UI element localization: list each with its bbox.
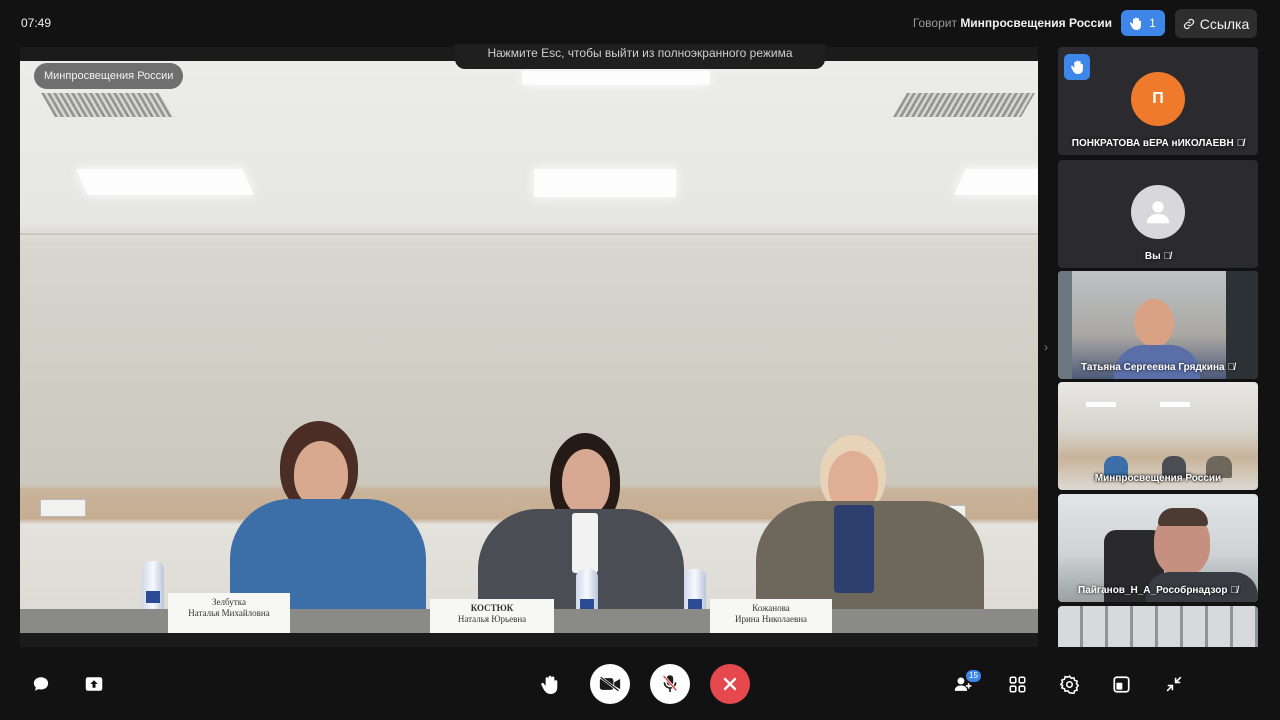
speaking-indicator: Говорит Минпросвещения России (913, 16, 1112, 30)
mic-off-icon: 🎙̸ (1236, 138, 1245, 149)
nameplate: Зелбутка Наталья Михайловна (168, 593, 290, 633)
copy-link-button[interactable]: Ссылка (1175, 9, 1257, 38)
panelist-left (220, 421, 430, 621)
participant-name-text: Вы (1144, 251, 1161, 262)
nameplate-line2: Наталья Михайловна (188, 608, 270, 618)
mic-toggle-button[interactable] (650, 664, 690, 704)
participant-tile[interactable]: Минпросвещения России (1058, 382, 1258, 490)
participant-tile[interactable]: Татьяна Сергеевна Грядкина 🎙̸ (1058, 271, 1258, 379)
participant-tile[interactable]: П ПОНКРАТОВА вЕРА нИКОЛАЕВН 🎙̸ (1058, 47, 1258, 155)
hand-icon (1130, 17, 1142, 30)
ceiling-vent (893, 93, 1035, 117)
participant-name-text: ПОНКРАТОВА вЕРА нИКОЛАЕВН (1071, 138, 1234, 149)
end-call-icon (722, 676, 738, 692)
participant-name: Минпросвещения России (1058, 473, 1258, 484)
ceiling-light (534, 169, 676, 197)
user-icon (1146, 201, 1170, 224)
nameplate: КОСТЮК Наталья Юрьевна (430, 599, 554, 633)
settings-icon[interactable] (1057, 672, 1081, 696)
fullscreen-hint: Нажмите Esc, чтобы выйти из полноэкранно… (455, 44, 825, 69)
chat-icon[interactable] (29, 672, 53, 696)
layout-icon[interactable] (1109, 672, 1133, 696)
nameplate-line1: Кожанова (752, 603, 790, 613)
copy-link-label: Ссылка (1199, 15, 1250, 32)
stage-participant-label: Минпросвещения России (34, 63, 184, 89)
mic-off-icon: 🎙̸ (1227, 362, 1236, 373)
participant-name: Татьяна Сергеевна Грядкина 🎙̸ (1058, 362, 1258, 373)
nameplate-line1: КОСТЮК (470, 603, 514, 613)
nameplate-line2: Наталья Юрьевна (457, 614, 527, 624)
ceiling-light (75, 169, 255, 195)
participant-tile[interactable]: Пайганов_Н_А_Рособрнадзор 🎙̸ (1058, 494, 1258, 602)
panelist-right (750, 435, 990, 625)
participant-name: Пайганов_Н_А_Рособрнадзор 🎙̸ (1058, 585, 1258, 596)
raised-hand-icon (1064, 54, 1090, 80)
nameplate-line2: Ирина Николаевна (734, 614, 808, 624)
participant-name: Вы 🎙̸ (1058, 251, 1258, 262)
participants-count-badge: 15 (966, 670, 981, 682)
mic-off-icon: 🎙̸ (1163, 251, 1172, 262)
ceiling-light (522, 71, 710, 85)
top-bar: 07:49 Говорит Минпросвещения России 1 Сс… (0, 0, 1280, 46)
raised-hands-count: 1 (1149, 16, 1156, 30)
clock: 07:49 (21, 16, 52, 30)
chevron-right-icon[interactable]: › (1044, 340, 1048, 354)
avatar (1131, 185, 1185, 239)
participant-name: ПОНКРАТОВА вЕРА нИКОЛАЕВН 🎙̸ (1058, 138, 1258, 149)
exit-fullscreen-icon[interactable] (1162, 672, 1186, 696)
share-screen-icon[interactable] (82, 672, 106, 696)
speaking-prefix: Говорит (912, 16, 957, 30)
mic-off-icon (662, 674, 678, 694)
nameplate: Кожанова Ирина Николаевна (710, 599, 832, 633)
participant-name-text: Минпросвещения России (1094, 473, 1222, 484)
ceiling-vent (41, 93, 173, 117)
camera-toggle-button[interactable] (590, 664, 630, 704)
raise-hand-icon[interactable] (538, 672, 562, 696)
raised-hands-button[interactable]: 1 (1121, 10, 1165, 36)
participant-name-text: Татьяна Сергеевна Грядкина (1080, 362, 1225, 373)
wall-socket (40, 499, 86, 517)
nameplate-line1: Зелбутка (212, 597, 246, 607)
participant-tile-self[interactable]: Вы 🎙̸ (1058, 160, 1258, 268)
link-icon (1183, 18, 1195, 30)
avatar: П (1131, 72, 1185, 126)
participant-face (1134, 299, 1174, 347)
camera-off-icon (599, 676, 621, 692)
speaking-name: Минпросвещения России (960, 16, 1112, 30)
ceiling-edge (20, 233, 1038, 235)
mic-off-icon: 🎙̸ (1230, 585, 1238, 596)
end-call-button[interactable] (710, 664, 750, 704)
participant-tile-partial[interactable] (1058, 606, 1258, 647)
ceiling-light (953, 169, 1038, 195)
speaker-video: Зелбутка Наталья Михайловна КОСТЮК Натал… (20, 61, 1038, 633)
main-video-stage[interactable]: Зелбутка Наталья Михайловна КОСТЮК Натал… (20, 47, 1038, 647)
participant-name-text: Пайганов_Н_А_Рособрнадзор (1078, 585, 1228, 596)
control-bar (0, 650, 1280, 720)
grid-icon[interactable] (1005, 672, 1029, 696)
